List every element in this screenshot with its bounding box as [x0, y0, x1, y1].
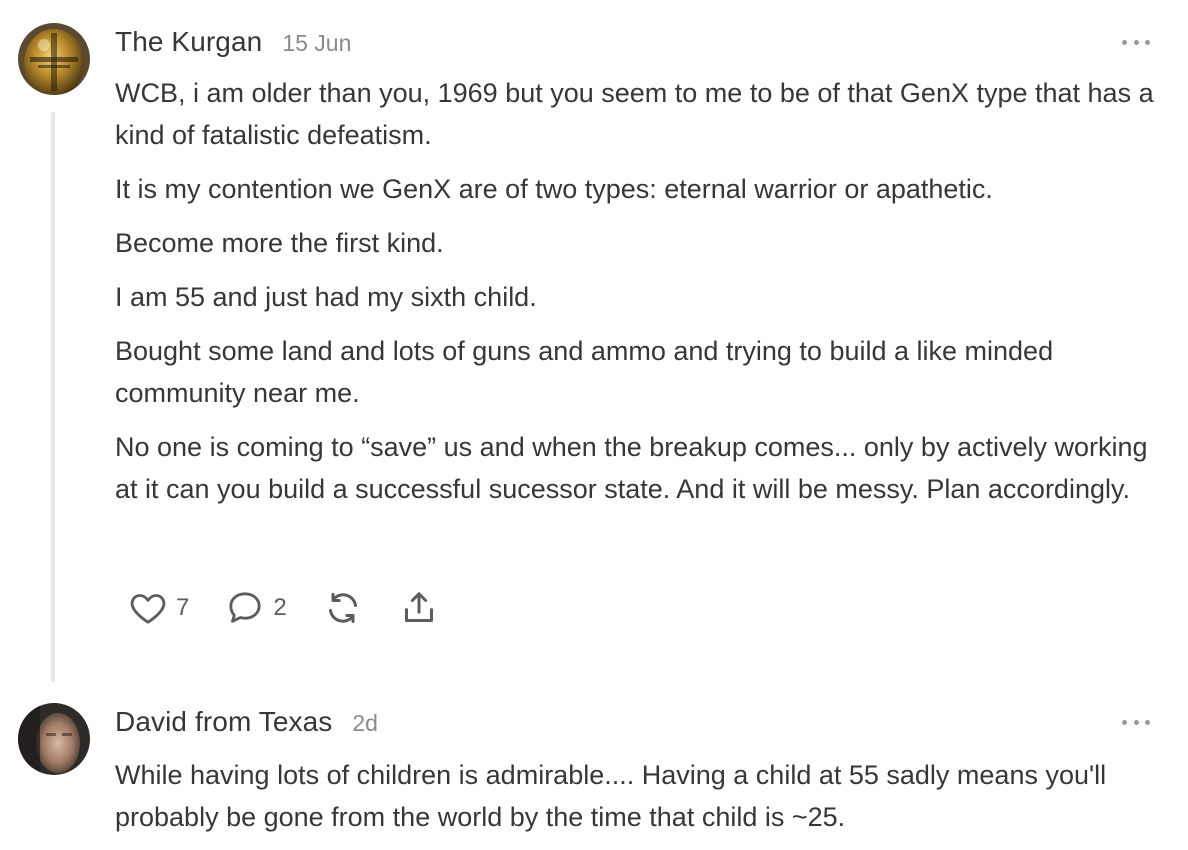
like-count: 7 — [176, 594, 190, 621]
comment-body: WCB, i am older than you, 1969 but you s… — [115, 72, 1165, 522]
comment: David from Texas 2d While having lots of… — [0, 690, 1188, 846]
comment-paragraph: While having lots of children is admirab… — [115, 760, 1107, 832]
comment-paragraph: WCB, i am older than you, 1969 but you s… — [115, 78, 1154, 150]
author-name[interactable]: David from Texas — [115, 706, 332, 738]
comment-body: While having lots of children is admirab… — [115, 754, 1165, 850]
comment: The Kurgan 15 Jun WCB, i am older than y… — [0, 0, 1188, 690]
avatar[interactable] — [18, 23, 90, 95]
comment-header: David from Texas 2d — [115, 706, 378, 746]
reply-count: 2 — [273, 594, 287, 621]
heart-icon — [128, 588, 168, 628]
comment-paragraph: Become more the first kind. — [115, 228, 444, 258]
comment-date[interactable]: 15 Jun — [282, 30, 351, 57]
author-name[interactable]: The Kurgan — [115, 26, 262, 58]
comment-paragraph: Bought some land and lots of guns and am… — [115, 336, 1054, 408]
avatar[interactable] — [18, 703, 90, 775]
comment-actions: 7 2 — [128, 586, 475, 630]
restack-icon — [323, 588, 363, 628]
comment-paragraph: No one is coming to “save” us and when t… — [115, 432, 1148, 504]
comment-icon — [225, 588, 265, 628]
share-icon — [399, 588, 439, 628]
comment-paragraph: I am 55 and just had my sixth child. — [115, 282, 537, 312]
more-options-icon[interactable] — [1122, 715, 1150, 729]
like-button[interactable]: 7 — [128, 588, 189, 628]
restack-button[interactable] — [323, 588, 363, 628]
comment-date[interactable]: 2d — [352, 710, 378, 737]
more-options-icon[interactable] — [1122, 35, 1150, 49]
reply-button[interactable]: 2 — [225, 588, 287, 628]
comment-header: The Kurgan 15 Jun — [115, 26, 351, 66]
share-button[interactable] — [399, 588, 439, 628]
thread-line[interactable] — [51, 112, 55, 682]
comment-paragraph: It is my contention we GenX are of two t… — [115, 174, 993, 204]
